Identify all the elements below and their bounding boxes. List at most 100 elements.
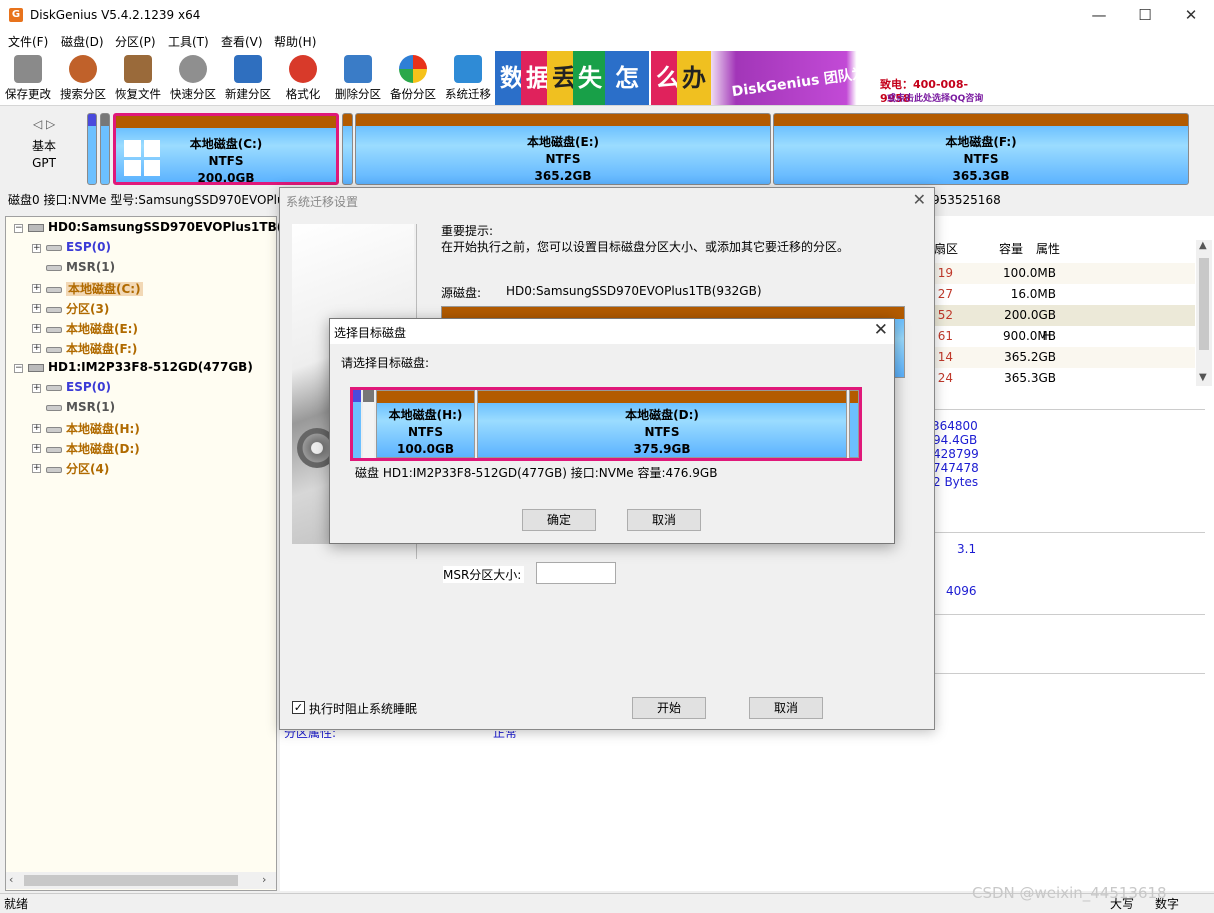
partition-esp-block[interactable] [87,113,97,185]
tree-item[interactable]: + ESP(0) [32,240,111,254]
maximize-button[interactable]: ☐ [1122,0,1168,31]
scroll-left-icon[interactable]: ‹ [9,873,13,886]
recover-files-button[interactable]: 恢复文件 [110,53,166,105]
tree-item-label: 分区(3) [66,302,110,316]
detail-value: 364800 [932,419,978,433]
tree-item[interactable]: + 本地磁盘(H:) [32,420,140,437]
menu-partition[interactable]: 分区(P) [115,33,156,50]
disk-tree-panel [5,216,277,891]
partition-c-block[interactable]: 本地磁盘(C:) NTFS 200.0GB [113,113,339,185]
tree-expand-icon[interactable]: + [32,304,41,313]
scroll-up-icon[interactable]: ▲ [1199,240,1207,251]
cancel-button[interactable]: 取消 [627,509,701,531]
new-partition-button[interactable]: 新建分区 [220,53,276,105]
partition-msr-block[interactable] [363,390,374,458]
backup-partition-button[interactable]: 备份分区 [385,53,441,105]
detail-value: 94.4GB [933,433,978,447]
source-disk-value: HD0:SamsungSSD970EVOPlus1TB(932GB) [506,284,762,298]
partition-msr-block[interactable] [100,113,110,185]
delete-partition-button[interactable]: 删除分区 [330,53,386,105]
tree-expand-icon[interactable]: + [32,464,41,473]
table-row[interactable]: 27 16.0MB [933,284,1195,305]
table-vertical-scrollbar[interactable]: ▲ ▼ [1196,240,1212,386]
table-row[interactable]: 24 365.3GB [933,368,1195,389]
tree-item[interactable]: + 分区(4) [32,460,109,477]
ok-button[interactable]: 确定 [522,509,596,531]
quick-partition-button[interactable]: 快速分区 [165,53,221,105]
tree-expand-icon[interactable]: − [14,364,23,373]
tree-expand-icon[interactable]: + [32,424,41,433]
partition-icon [46,346,62,353]
menu-tools[interactable]: 工具(T) [168,33,209,50]
close-button[interactable]: ✕ [1168,0,1214,31]
tree-item[interactable]: + 分区(3) [32,300,109,317]
tree-item[interactable]: − HD0:SamsungSSD970EVOPlus1TB(93 [14,220,299,234]
table-cell-size: 100.0MB [1003,266,1056,280]
banner-qq-link[interactable]: 或点击此处选择QQ咨询 [887,91,983,104]
tree-expand-icon[interactable]: + [32,444,41,453]
tree-horizontal-scrollbar[interactable]: ‹ › [6,872,276,889]
table-row[interactable]: 61 900.0MB H [933,326,1195,347]
prevent-sleep-checkbox[interactable]: ✓ [292,701,305,714]
tree-expand-icon[interactable]: + [32,344,41,353]
format-button[interactable]: 格式化 [275,53,331,105]
partition-f-block[interactable]: 本地磁盘(F:) NTFS 365.3GB [773,113,1189,185]
menu-help[interactable]: 帮助(H) [274,33,316,50]
scroll-thumb[interactable] [1199,258,1209,350]
msr-size-input[interactable] [536,562,616,584]
column-header-attr[interactable]: 属性 [1036,240,1060,257]
dialog-close-icon[interactable]: ✕ [874,320,888,340]
scroll-right-icon[interactable]: › [262,873,266,886]
tree-item[interactable]: − HD1:IM2P33F8-512GD(477GB) [14,360,253,374]
scroll-thumb[interactable] [24,875,238,886]
save-changes-button[interactable]: 保存更改 [0,53,56,105]
search-partition-button[interactable]: 搜索分区 [55,53,111,105]
start-button[interactable]: 开始 [632,697,706,719]
tree-item[interactable]: + 本地磁盘(D:) [32,440,140,457]
system-migration-button[interactable]: 系统迁移 [440,53,496,105]
tree-expand-icon[interactable]: + [32,384,41,393]
column-header-size[interactable]: 容量 [999,240,1023,257]
column-header-sector[interactable]: 扇区 [934,240,958,257]
minimize-button[interactable]: — [1076,0,1122,31]
table-row[interactable]: 52 200.0GB [933,305,1195,326]
tree-expand-icon[interactable]: + [32,324,41,333]
tree-expand-icon[interactable]: + [32,244,41,253]
partition-e-block[interactable]: 本地磁盘(E:) NTFS 365.2GB [355,113,771,185]
partition-4-block[interactable] [849,390,859,458]
partition-3-block[interactable] [342,113,353,185]
source-disk-label: 源磁盘: [441,286,482,300]
window-title: DiskGenius V5.4.2.1239 x64 [30,8,201,22]
table-cell-sector: 14 [937,350,953,364]
disk-nav-arrows[interactable]: ◁ ▷ [33,117,55,131]
tree-item[interactable]: MSR(1) [32,260,115,274]
menu-disk[interactable]: 磁盘(D) [61,33,104,50]
tree-expand-icon[interactable]: − [14,224,23,233]
menu-file[interactable]: 文件(F) [8,33,48,50]
detail-value: 747478 [933,461,979,475]
menu-view[interactable]: 查看(V) [221,33,263,50]
tree-item[interactable]: + 本地磁盘(F:) [32,340,137,357]
partition-h-block[interactable]: 本地磁盘(H:) NTFS 100.0GB [376,390,475,458]
tree-item[interactable]: + 本地磁盘(E:) [32,320,138,337]
target-disk-map[interactable]: 本地磁盘(H:) NTFS 100.0GB 本地磁盘(D:) NTFS 375.9GB [350,387,862,461]
tree-item[interactable]: MSR(1) [32,400,115,414]
save-icon [14,55,42,83]
partition-esp-block[interactable] [353,390,361,458]
tree-item[interactable]: + ESP(0) [32,380,111,394]
advertisement-banner[interactable]: 数 据 丢 失 怎 么 办 DiskGenius 团队为您服务 致电：400-0… [495,51,997,105]
table-row[interactable]: 19 100.0MB [933,263,1195,284]
partition-icon [46,326,62,333]
partition-d-block[interactable]: 本地磁盘(D:) NTFS 375.9GB [477,390,847,458]
table-cell-size: 365.3GB [1004,371,1056,385]
table-row[interactable]: 14 365.2GB [933,347,1195,368]
partition-icon [46,286,62,293]
cancel-button[interactable]: 取消 [749,697,823,719]
tree-expand-icon[interactable]: + [32,284,41,293]
tree-item[interactable]: + 本地磁盘(C:) [32,280,143,297]
table-cell-size: 365.2GB [1004,350,1056,364]
dialog-close-icon[interactable]: ✕ [913,190,926,209]
tree-item-label: HD1:IM2P33F8-512GD(477GB) [48,360,253,374]
scroll-down-icon[interactable]: ▼ [1199,372,1207,383]
disk-info-sectors: 953525168 [932,193,1001,207]
